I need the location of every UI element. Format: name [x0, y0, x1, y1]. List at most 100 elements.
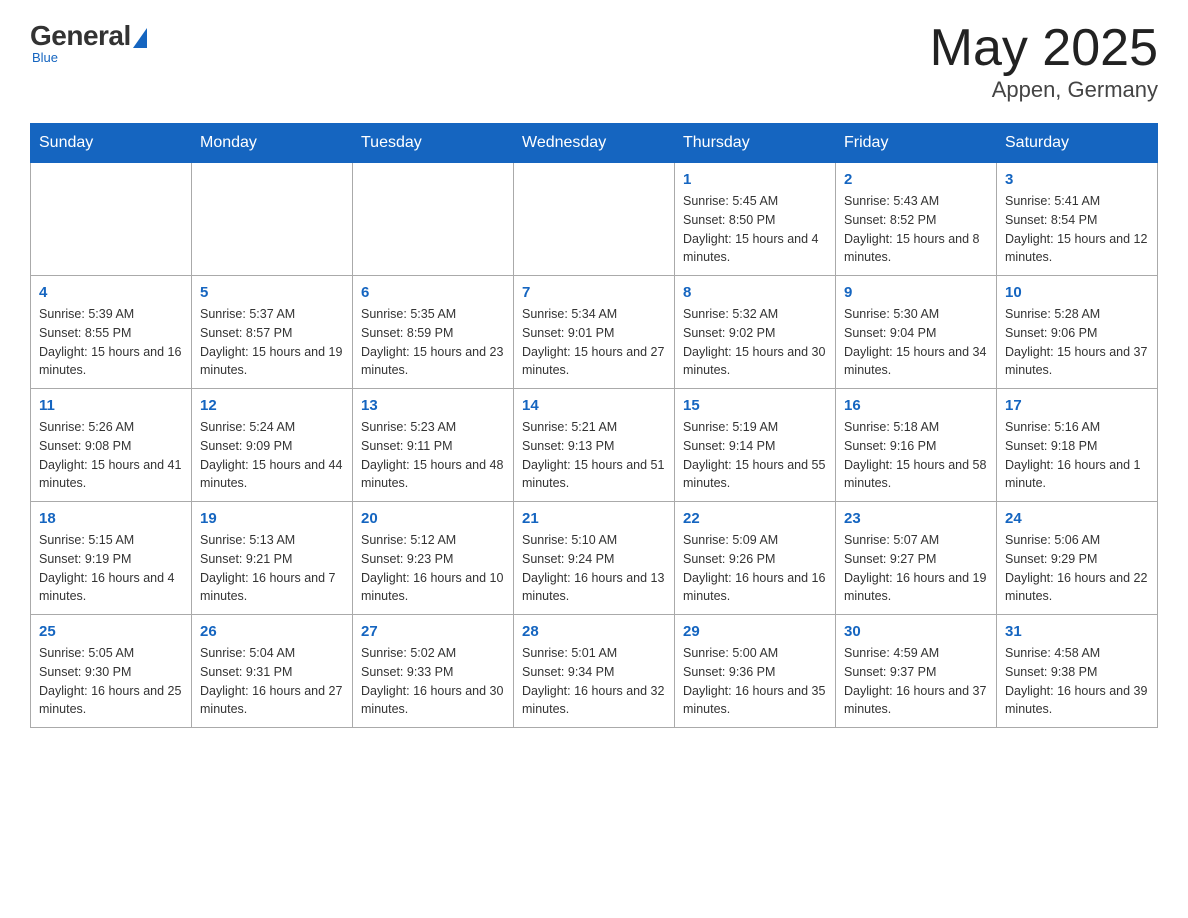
day-of-week-tuesday: Tuesday	[353, 124, 514, 163]
week-row-5: 25Sunrise: 5:05 AM Sunset: 9:30 PM Dayli…	[31, 615, 1158, 728]
day-number: 23	[844, 510, 988, 527]
calendar-cell: 21Sunrise: 5:10 AM Sunset: 9:24 PM Dayli…	[514, 502, 675, 615]
week-row-2: 4 Sunrise: 5:39 AM Sunset: 8:55 PM Daylig…	[31, 276, 1158, 389]
calendar-cell: 9 Sunrise: 5:30 AM Sunset: 9:04 PM Daylig…	[836, 276, 997, 389]
calendar-table: SundayMondayTuesdayWednesdayThursdayFrid…	[30, 123, 1158, 728]
day-info: Sunrise: 5:43 AM Sunset: 8:52 PM Dayligh…	[844, 192, 988, 267]
calendar-cell: 8 Sunrise: 5:32 AM Sunset: 9:02 PM Daylig…	[675, 276, 836, 389]
day-number: 8	[683, 284, 827, 301]
day-number: 4	[39, 284, 183, 301]
day-info: Sunrise: 5:21 AM Sunset: 9:13 PM Dayligh…	[522, 418, 666, 493]
day-number: 9	[844, 284, 988, 301]
day-info: Sunrise: 5:26 AM Sunset: 9:08 PM Dayligh…	[39, 418, 183, 493]
day-of-week-saturday: Saturday	[997, 124, 1158, 163]
calendar-cell: 3 Sunrise: 5:41 AM Sunset: 8:54 PM Daylig…	[997, 163, 1158, 276]
day-info: Sunrise: 5:09 AM Sunset: 9:26 PM Dayligh…	[683, 531, 827, 606]
day-number: 7	[522, 284, 666, 301]
logo: General Blue	[30, 20, 147, 65]
calendar-cell: 17Sunrise: 5:16 AM Sunset: 9:18 PM Dayli…	[997, 389, 1158, 502]
day-info: Sunrise: 5:28 AM Sunset: 9:06 PM Dayligh…	[1005, 305, 1149, 380]
day-number: 19	[200, 510, 344, 527]
day-info: Sunrise: 5:23 AM Sunset: 9:11 PM Dayligh…	[361, 418, 505, 493]
day-number: 30	[844, 623, 988, 640]
day-number: 10	[1005, 284, 1149, 301]
day-info: Sunrise: 5:15 AM Sunset: 9:19 PM Dayligh…	[39, 531, 183, 606]
day-number: 11	[39, 397, 183, 414]
day-info: Sunrise: 5:30 AM Sunset: 9:04 PM Dayligh…	[844, 305, 988, 380]
day-number: 2	[844, 171, 988, 188]
day-info: Sunrise: 5:37 AM Sunset: 8:57 PM Dayligh…	[200, 305, 344, 380]
calendar-cell: 19 Sunrise: 5:13 AM Sunset: 9:21 PM Dayli…	[192, 502, 353, 615]
day-info: Sunrise: 5:12 AM Sunset: 9:23 PM Dayligh…	[361, 531, 505, 606]
calendar-cell: 25Sunrise: 5:05 AM Sunset: 9:30 PM Dayli…	[31, 615, 192, 728]
day-info: Sunrise: 5:04 AM Sunset: 9:31 PM Dayligh…	[200, 644, 344, 719]
calendar-cell: 29Sunrise: 5:00 AM Sunset: 9:36 PM Dayli…	[675, 615, 836, 728]
day-info: Sunrise: 5:41 AM Sunset: 8:54 PM Dayligh…	[1005, 192, 1149, 267]
calendar-cell	[192, 163, 353, 276]
day-number: 31	[1005, 623, 1149, 640]
day-number: 16	[844, 397, 988, 414]
calendar-cell: 2 Sunrise: 5:43 AM Sunset: 8:52 PM Daylig…	[836, 163, 997, 276]
calendar-cell: 18 Sunrise: 5:15 AM Sunset: 9:19 PM Dayli…	[31, 502, 192, 615]
day-info: Sunrise: 5:24 AM Sunset: 9:09 PM Dayligh…	[200, 418, 344, 493]
calendar-cell	[514, 163, 675, 276]
day-of-week-monday: Monday	[192, 124, 353, 163]
day-number: 28	[522, 623, 666, 640]
calendar-cell: 7 Sunrise: 5:34 AM Sunset: 9:01 PM Daylig…	[514, 276, 675, 389]
calendar-cell: 16 Sunrise: 5:18 AM Sunset: 9:16 PM Dayli…	[836, 389, 997, 502]
logo-blue-text: Blue	[32, 50, 58, 65]
day-number: 18	[39, 510, 183, 527]
calendar-cell: 31 Sunrise: 4:58 AM Sunset: 9:38 PM Dayli…	[997, 615, 1158, 728]
day-info: Sunrise: 5:19 AM Sunset: 9:14 PM Dayligh…	[683, 418, 827, 493]
calendar-cell: 14 Sunrise: 5:21 AM Sunset: 9:13 PM Dayli…	[514, 389, 675, 502]
day-info: Sunrise: 5:00 AM Sunset: 9:36 PM Dayligh…	[683, 644, 827, 719]
day-number: 6	[361, 284, 505, 301]
logo-general-text: General	[30, 20, 131, 52]
day-number: 14	[522, 397, 666, 414]
day-number: 3	[1005, 171, 1149, 188]
week-row-3: 11 Sunrise: 5:26 AM Sunset: 9:08 PM Dayli…	[31, 389, 1158, 502]
calendar-cell: 27 Sunrise: 5:02 AM Sunset: 9:33 PM Dayli…	[353, 615, 514, 728]
day-info: Sunrise: 4:58 AM Sunset: 9:38 PM Dayligh…	[1005, 644, 1149, 719]
calendar-cell: 6 Sunrise: 5:35 AM Sunset: 8:59 PM Daylig…	[353, 276, 514, 389]
calendar-cell: 11 Sunrise: 5:26 AM Sunset: 9:08 PM Dayli…	[31, 389, 192, 502]
calendar-cell	[353, 163, 514, 276]
day-number: 26	[200, 623, 344, 640]
day-number: 1	[683, 171, 827, 188]
day-info: Sunrise: 5:06 AM Sunset: 9:29 PM Dayligh…	[1005, 531, 1149, 606]
calendar-cell: 22 Sunrise: 5:09 AM Sunset: 9:26 PM Dayli…	[675, 502, 836, 615]
day-of-week-friday: Friday	[836, 124, 997, 163]
calendar-header-row: SundayMondayTuesdayWednesdayThursdayFrid…	[31, 124, 1158, 163]
week-row-1: 1 Sunrise: 5:45 AM Sunset: 8:50 PM Daylig…	[31, 163, 1158, 276]
title-section: May 2025 Appen, Germany	[930, 20, 1158, 103]
calendar-cell: 20Sunrise: 5:12 AM Sunset: 9:23 PM Dayli…	[353, 502, 514, 615]
day-info: Sunrise: 5:45 AM Sunset: 8:50 PM Dayligh…	[683, 192, 827, 267]
calendar-cell: 13Sunrise: 5:23 AM Sunset: 9:11 PM Dayli…	[353, 389, 514, 502]
day-number: 12	[200, 397, 344, 414]
day-info: Sunrise: 5:02 AM Sunset: 9:33 PM Dayligh…	[361, 644, 505, 719]
day-number: 15	[683, 397, 827, 414]
day-info: Sunrise: 5:13 AM Sunset: 9:21 PM Dayligh…	[200, 531, 344, 606]
week-row-4: 18 Sunrise: 5:15 AM Sunset: 9:19 PM Dayli…	[31, 502, 1158, 615]
month-year-title: May 2025	[930, 20, 1158, 77]
day-number: 17	[1005, 397, 1149, 414]
day-number: 27	[361, 623, 505, 640]
calendar-cell: 30 Sunrise: 4:59 AM Sunset: 9:37 PM Dayli…	[836, 615, 997, 728]
calendar-cell: 24Sunrise: 5:06 AM Sunset: 9:29 PM Dayli…	[997, 502, 1158, 615]
day-number: 21	[522, 510, 666, 527]
calendar-cell: 5Sunrise: 5:37 AM Sunset: 8:57 PM Daylig…	[192, 276, 353, 389]
day-info: Sunrise: 4:59 AM Sunset: 9:37 PM Dayligh…	[844, 644, 988, 719]
calendar-cell: 15 Sunrise: 5:19 AM Sunset: 9:14 PM Dayli…	[675, 389, 836, 502]
day-info: Sunrise: 5:18 AM Sunset: 9:16 PM Dayligh…	[844, 418, 988, 493]
day-info: Sunrise: 5:39 AM Sunset: 8:55 PM Dayligh…	[39, 305, 183, 380]
day-info: Sunrise: 5:07 AM Sunset: 9:27 PM Dayligh…	[844, 531, 988, 606]
day-info: Sunrise: 5:05 AM Sunset: 9:30 PM Dayligh…	[39, 644, 183, 719]
calendar-cell: 12 Sunrise: 5:24 AM Sunset: 9:09 PM Dayli…	[192, 389, 353, 502]
day-info: Sunrise: 5:34 AM Sunset: 9:01 PM Dayligh…	[522, 305, 666, 380]
day-info: Sunrise: 5:35 AM Sunset: 8:59 PM Dayligh…	[361, 305, 505, 380]
day-number: 22	[683, 510, 827, 527]
day-info: Sunrise: 5:32 AM Sunset: 9:02 PM Dayligh…	[683, 305, 827, 380]
calendar-cell: 23 Sunrise: 5:07 AM Sunset: 9:27 PM Dayli…	[836, 502, 997, 615]
logo-triangle-icon	[133, 28, 147, 48]
calendar-cell: 4 Sunrise: 5:39 AM Sunset: 8:55 PM Daylig…	[31, 276, 192, 389]
